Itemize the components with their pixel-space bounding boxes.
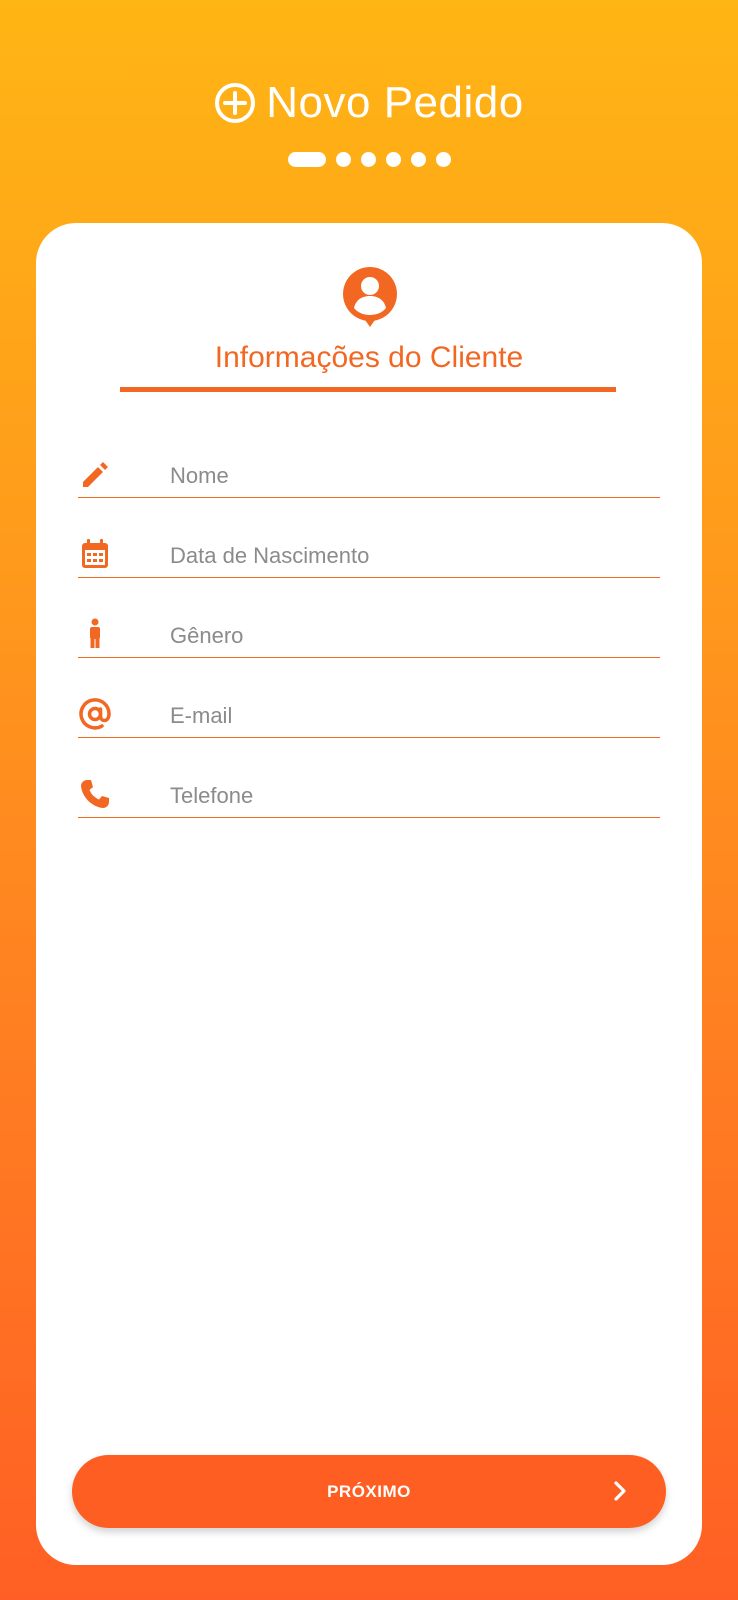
chevron-right-icon — [614, 1481, 626, 1501]
email-field[interactable]: E-mail — [78, 693, 660, 738]
calendar-icon — [82, 539, 108, 568]
gender-field-label: Gênero — [170, 623, 244, 648]
at-sign-icon — [79, 698, 111, 730]
pencil-icon — [83, 462, 108, 487]
customer-info-card: Informações do Cliente Nome Data de Nasc… — [36, 223, 702, 1565]
step-indicator — [0, 152, 738, 167]
name-field[interactable]: Nome — [78, 453, 660, 498]
person-pin-icon — [342, 267, 397, 327]
step-dot-4 — [385, 152, 401, 167]
email-field-label: E-mail — [170, 703, 233, 728]
phone-field[interactable]: Telefone — [78, 773, 660, 818]
birthdate-field[interactable]: Data de Nascimento — [78, 533, 660, 578]
page-header: Novo Pedido — [0, 78, 738, 128]
card-title: Informações do Cliente — [214, 341, 524, 374]
phone-field-label: Telefone — [170, 783, 254, 808]
step-dot-5 — [410, 152, 426, 167]
step-dot-3 — [360, 152, 376, 167]
person-icon — [90, 618, 100, 648]
plus-circle-icon — [215, 83, 256, 123]
step-dot-6 — [435, 152, 451, 167]
birthdate-field-label: Data de Nascimento — [170, 543, 370, 568]
page-title: Novo Pedido — [266, 78, 524, 127]
name-field-label: Nome — [170, 463, 229, 488]
next-button[interactable]: PRÓXIMO — [72, 1455, 666, 1528]
step-dot-2 — [335, 152, 351, 167]
title-underline — [120, 387, 616, 392]
step-dot-1 — [287, 152, 326, 167]
next-button-label: PRÓXIMO — [327, 1482, 411, 1501]
gender-field[interactable]: Gênero — [78, 613, 660, 658]
phone-icon — [81, 780, 109, 808]
